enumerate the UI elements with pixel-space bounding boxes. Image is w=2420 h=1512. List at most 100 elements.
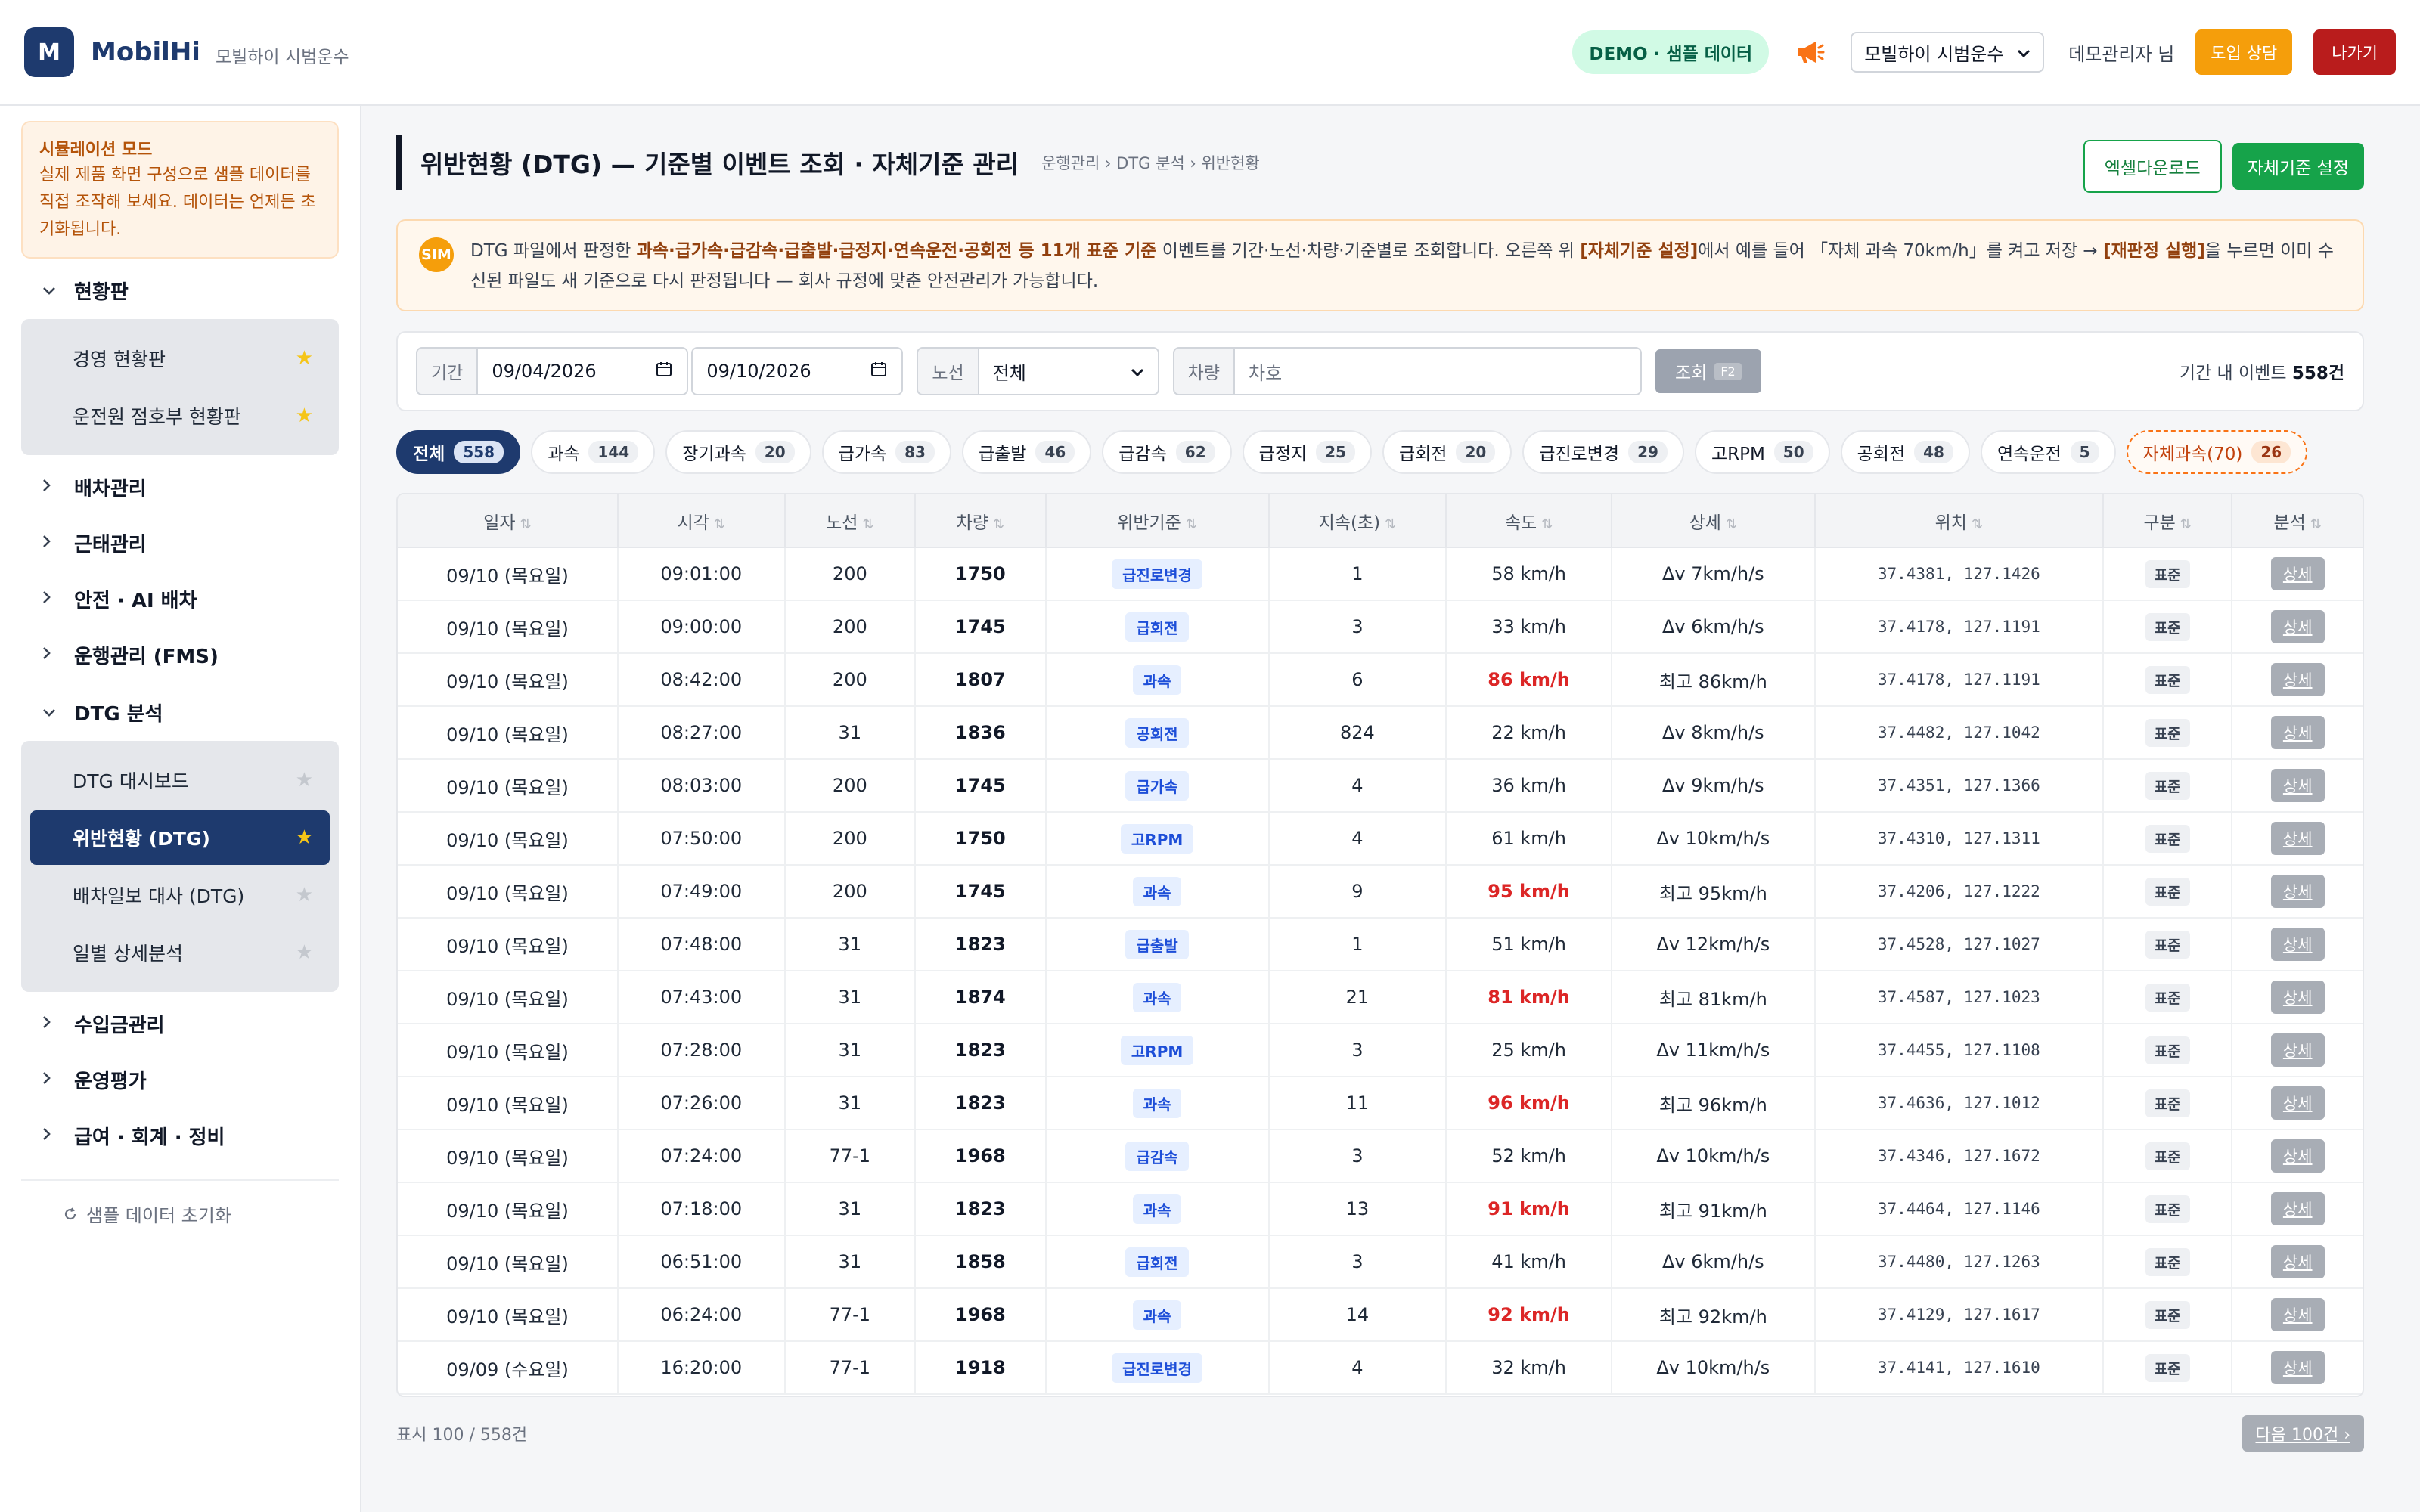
detail-button[interactable]: 상세 [2270,1298,2325,1331]
shortcut-key: F2 [1714,362,1742,380]
filter-chip[interactable]: 과속 144 [531,430,656,474]
detail-button[interactable]: 상세 [2270,875,2325,908]
favorite-star-icon[interactable]: ★ [296,941,313,964]
consult-button[interactable]: 도입 상담 [2195,29,2293,75]
logo-icon[interactable]: M [24,27,74,77]
filter-chip-label: 급출발 [978,445,1027,464]
table-row[interactable]: 09/10 (목요일) 06:24:00 77-1 1968 과속 14 92 km/h 최고… [398,1288,2363,1342]
vehicle-input-placeholder: 차호 [1248,362,1283,384]
nav-group-header[interactable]: 운행관리 (FMS) [21,631,339,679]
filter-chip[interactable]: 장기과속 20 [666,430,811,474]
nav-group-header[interactable]: 배차관리 [21,463,339,511]
table-row[interactable]: 09/10 (목요일) 08:42:00 200 1807 과속 6 86 km/h 최고 8… [398,653,2363,707]
detail-button[interactable]: 상세 [2270,1086,2325,1120]
table-row[interactable]: 09/10 (목요일) 09:00:00 200 1745 급회전 3 33 km/h Δv … [398,600,2363,654]
detail-button[interactable]: 상세 [2270,981,2325,1014]
table-row[interactable]: 09/10 (목요일) 07:26:00 31 1823 과속 11 96 km/h 최고 9… [398,1077,2363,1130]
nav-group-header[interactable]: 운영평가 [21,1055,339,1104]
next-page-button[interactable]: 다음 100건 › [2242,1415,2364,1452]
table-row[interactable]: 09/10 (목요일) 07:48:00 31 1823 급출발 1 51 km/h Δv 1… [398,918,2363,971]
detail-button[interactable]: 상세 [2270,1245,2325,1278]
table-row[interactable]: 09/10 (목요일) 07:18:00 31 1823 과속 13 91 km/h 최고 9… [398,1182,2363,1236]
table-row[interactable]: 09/10 (목요일) 07:43:00 31 1874 과속 21 81 km/h 최고 8… [398,971,2363,1024]
filter-chip[interactable]: 고RPM 50 [1694,430,1830,474]
favorite-star-icon[interactable]: ★ [296,769,313,792]
filter-chip[interactable]: 자체과속(70) 26 [2126,430,2308,474]
sidebar-item[interactable]: DTG 대시보드 ★ [30,753,330,807]
column-header[interactable]: 위치 ⇅ [1814,494,2104,548]
favorite-star-icon[interactable]: ★ [296,884,313,906]
column-header[interactable]: 위반기준 ⇅ [1045,494,1270,548]
violation-table-container[interactable]: 일자 ⇅ 시각 ⇅ 노선 ⇅ 차량 ⇅ 위반기준 ⇅ 지속(초) ⇅ 속도 ⇅ 상세 ⇅ 위치 ⇅ 구분 ⇅ 분석 ⇅ 0… [396,493,2364,1397]
filter-chip[interactable]: 급출발 46 [961,430,1092,474]
megaphone-icon[interactable] [1793,36,1826,69]
favorite-star-icon[interactable]: ★ [296,826,313,849]
detail-button[interactable]: 상세 [2270,769,2325,802]
detail-button[interactable]: 상세 [2270,1192,2325,1225]
exit-button[interactable]: 나가기 [2313,29,2396,75]
route-cell: 200 [784,865,917,919]
column-header[interactable]: 상세 ⇅ [1611,494,1816,548]
table-row[interactable]: 09/10 (목요일) 08:03:00 200 1745 급가속 4 36 km/h Δv … [398,759,2363,813]
sidebar-item[interactable]: 일별 상세분석 ★ [30,925,330,980]
column-header[interactable]: 노선 ⇅ [784,494,917,548]
nav-group-header[interactable]: 현황판 [21,266,339,314]
sidebar-item[interactable]: 위반현황 (DTG) ★ [30,810,330,865]
favorite-star-icon[interactable]: ★ [296,404,313,427]
table-row[interactable]: 09/10 (목요일) 07:24:00 77-1 1968 급감속 3 52 km/h Δv… [398,1129,2363,1183]
column-header[interactable]: 속도 ⇅ [1446,494,1612,548]
detail-button[interactable]: 상세 [2270,1351,2325,1384]
sidebar-item[interactable]: 배차일보 대사 (DTG) ★ [30,868,330,922]
nav-group-header[interactable]: 안전 · AI 배차 [21,575,339,623]
column-header[interactable]: 분석 ⇅ [2232,494,2363,548]
vehicle-input[interactable]: 차호 [1233,347,1642,395]
filter-chip[interactable]: 급진로변경 29 [1522,430,1684,474]
table-row[interactable]: 09/10 (목요일) 06:51:00 31 1858 급회전 3 41 km/h Δv 6… [398,1235,2363,1289]
filter-chip[interactable]: 급회전 20 [1382,430,1512,474]
nav-group-header[interactable]: 근태관리 [21,519,339,567]
sidebar-item[interactable]: 경영 현황판 ★ [30,331,330,386]
date-to-input[interactable]: 09/10/2026 [691,347,904,395]
nav-group-header[interactable]: 수입금관리 [21,999,339,1048]
self-criteria-settings-button[interactable]: 자체기준 설정 [2232,143,2364,190]
column-header[interactable]: 구분 ⇅ [2102,494,2233,548]
table-row[interactable]: 09/10 (목요일) 07:49:00 200 1745 과속 9 95 km/h 최고 9… [398,865,2363,919]
column-header[interactable]: 차량 ⇅ [915,494,1047,548]
filter-chip[interactable]: 전체 558 [396,430,521,474]
detail-button[interactable]: 상세 [2270,928,2325,961]
table-row[interactable]: 09/10 (목요일) 07:50:00 200 1750 고RPM 4 61 km/h Δv… [398,812,2363,866]
filter-chip[interactable]: 공회전 48 [1840,430,1970,474]
favorite-star-icon[interactable]: ★ [296,347,313,370]
speed-cell: 81 km/h [1446,971,1612,1024]
detail-button[interactable]: 상세 [2270,822,2325,855]
table-row[interactable]: 09/10 (목요일) 08:27:00 31 1836 공회전 824 22 km/h Δv… [398,706,2363,760]
detail-button[interactable]: 상세 [2270,1033,2325,1067]
column-header[interactable]: 시각 ⇅ [617,494,786,548]
brand-name[interactable]: MobilHi [91,37,200,67]
excel-download-button[interactable]: 엑셀다운로드 [2083,140,2222,193]
reset-sample-data-link[interactable]: 샘플 데이터 초기화 [21,1201,339,1227]
sidebar-item[interactable]: 운전원 점호부 현황판 ★ [30,389,330,443]
column-header[interactable]: 일자 ⇅ [398,494,619,548]
detail-button[interactable]: 상세 [2270,557,2325,590]
search-button[interactable]: 조회 F2 [1655,349,1761,393]
filter-chip[interactable]: 급정지 25 [1242,430,1372,474]
filter-chip[interactable]: 급가속 83 [821,430,951,474]
filter-chip[interactable]: 급감속 62 [1102,430,1232,474]
detail-button[interactable]: 상세 [2270,716,2325,749]
route-select[interactable]: 전체 [977,347,1159,395]
detail-button[interactable]: 상세 [2270,663,2325,696]
table-row[interactable]: 09/10 (목요일) 09:01:00 200 1750 급진로변경 1 58 km/h Δ… [398,547,2363,601]
violation-type-tag: 과속 [1132,982,1182,1012]
nav-group-header[interactable]: DTG 분석 [21,688,339,736]
filter-chip[interactable]: 연속운전 5 [1980,430,2116,474]
date-from-input[interactable]: 09/04/2026 [476,347,689,395]
table-row[interactable]: 09/10 (목요일) 07:28:00 31 1823 고RPM 3 25 km/h Δv … [398,1024,2363,1077]
company-select[interactable]: 모빌하이 시범운수 [1851,32,2045,73]
column-header[interactable]: 지속(초) ⇅ [1268,494,1447,548]
nav-group-header[interactable]: 급여 · 회계 · 정비 [21,1111,339,1160]
table-row[interactable]: 09/09 (수요일) 16:20:00 77-1 1918 급진로변경 4 32 km/h… [398,1341,2363,1395]
detail-button[interactable]: 상세 [2270,610,2325,643]
analysis-cell: 상세 [2232,971,2363,1024]
detail-button[interactable]: 상세 [2270,1139,2325,1173]
